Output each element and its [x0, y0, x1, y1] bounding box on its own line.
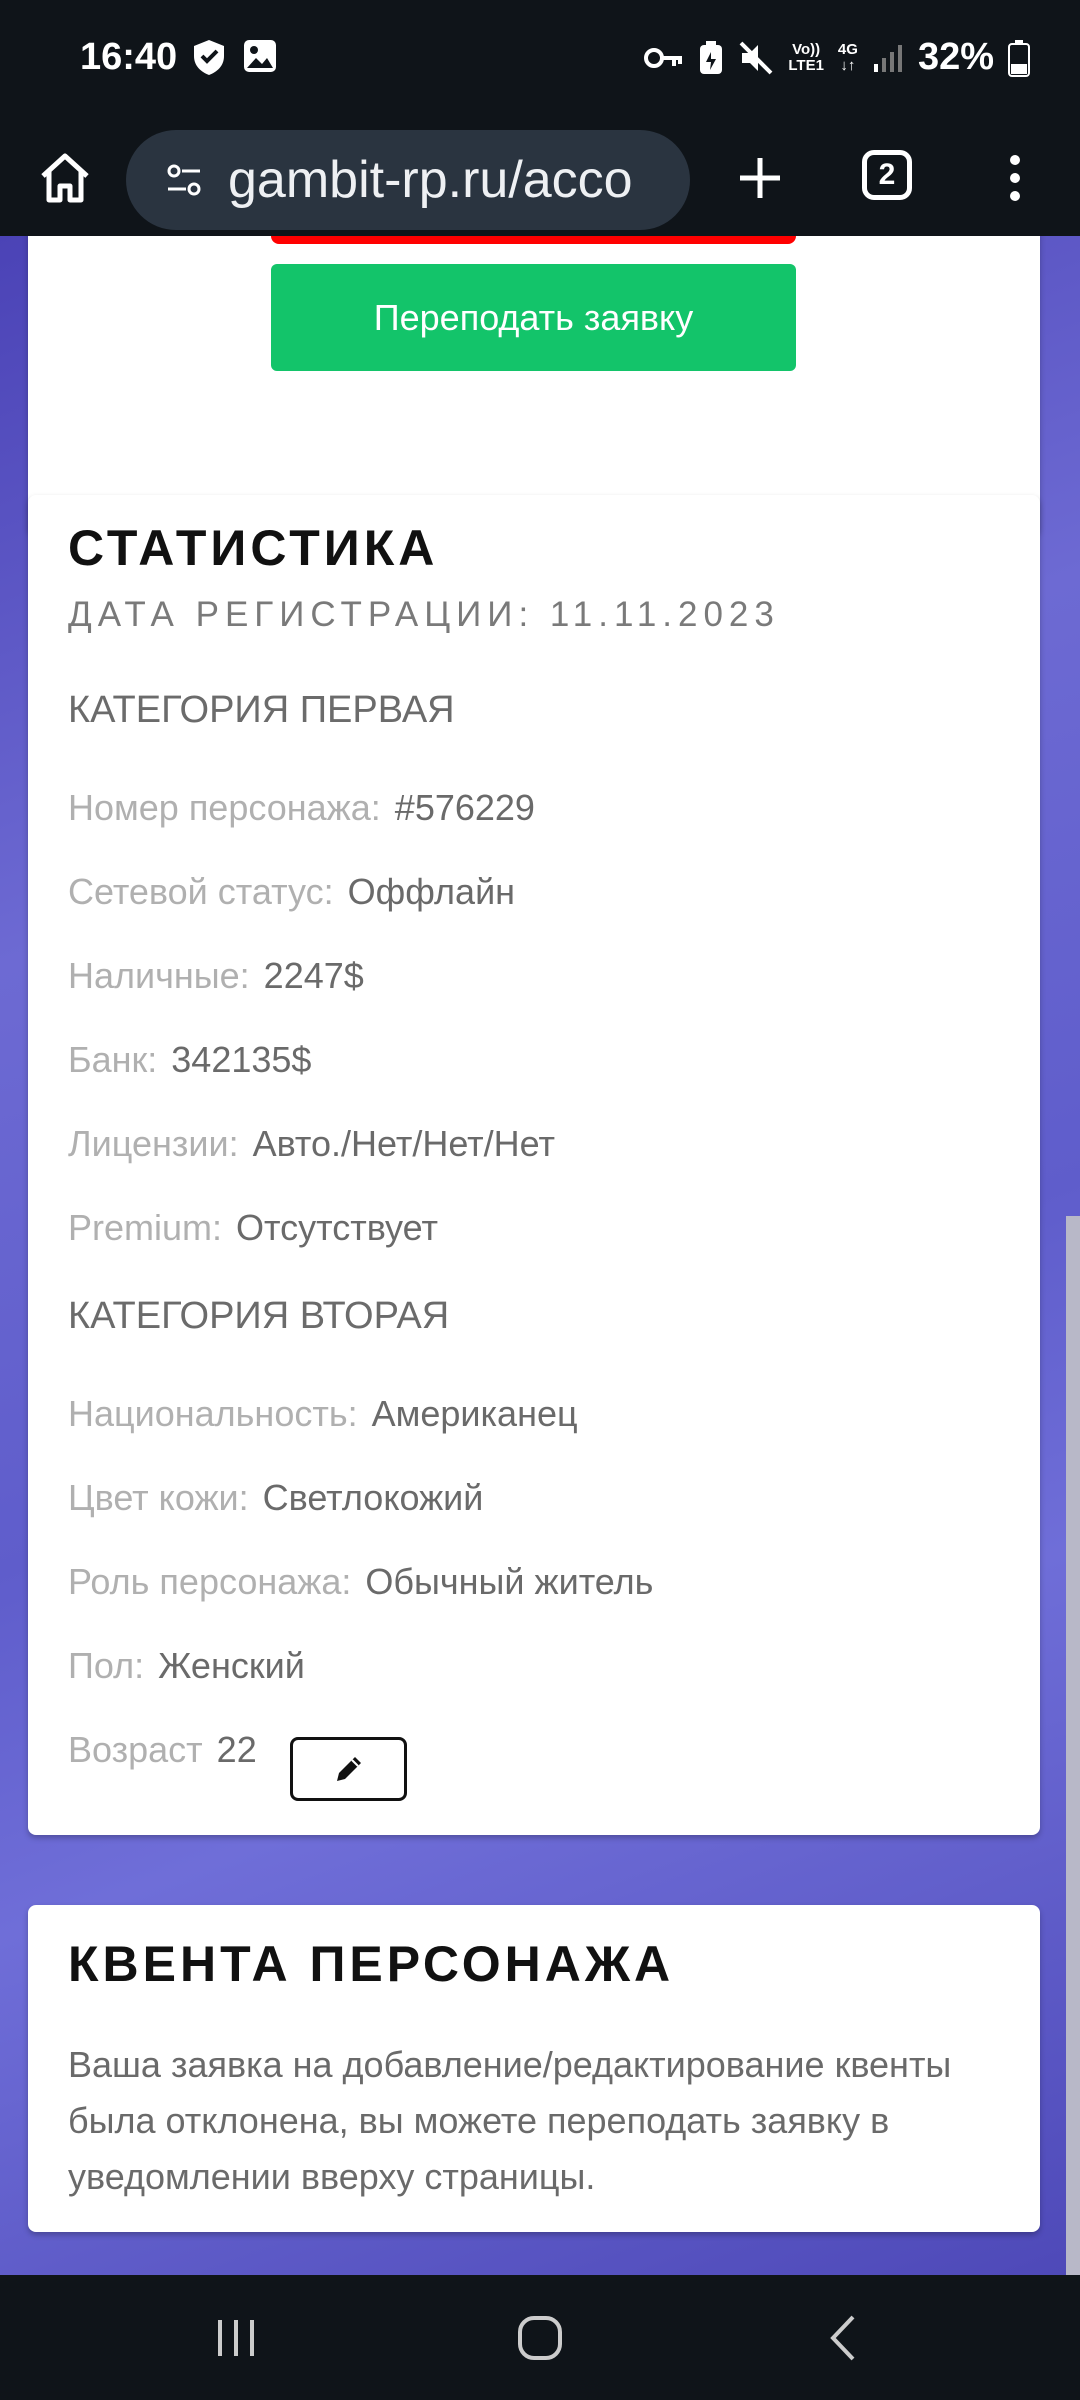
quenta-message: Ваша заявка на добавление/редактирование…: [68, 2044, 952, 2197]
stat-row-bank: Банк: 342135$: [68, 1039, 312, 1080]
tab-switcher-button[interactable]: 2: [862, 150, 912, 200]
mute-icon: [739, 41, 773, 74]
browser-toolbar: gambit-rp.ru/acco 2: [0, 118, 1080, 236]
home-nav-button[interactable]: [480, 2295, 600, 2380]
stat-row-gender: Пол: Женский: [68, 1645, 305, 1686]
battery-icon: [1008, 39, 1030, 77]
browser-menu-button[interactable]: [990, 138, 1040, 218]
site-settings-icon[interactable]: [164, 160, 204, 200]
status-right-icons: Vo)) LTE1 4G ↓↑ 32%: [644, 36, 1030, 79]
recents-icon: [218, 2319, 254, 2356]
statistics-card: СТАТИСТИКА ДАТА РЕГИСТРАЦИИ: 11.11.2023 …: [28, 495, 1040, 1835]
shield-icon: [194, 40, 224, 75]
address-bar[interactable]: gambit-rp.ru/acco: [126, 130, 690, 230]
resubmit-button[interactable]: Переподать заявку: [271, 264, 796, 371]
pencil-icon: [336, 1757, 361, 1781]
stat-row-premium: Premium: Отсутствует: [68, 1207, 438, 1248]
key-icon: [644, 47, 683, 68]
quenta-title: КВЕНТА ПЕРСОНАЖА: [68, 1936, 675, 1992]
4g-icon: 4G ↓↑: [837, 40, 858, 74]
stat-row-age: Возраст 22: [68, 1729, 257, 1770]
status-time: 16:40: [80, 36, 178, 78]
category-second-title: КАТЕГОРИЯ ВТОРАЯ: [68, 1295, 450, 1337]
category-first-title: КАТЕГОРИЯ ПЕРВАЯ: [68, 689, 455, 731]
battery-percent: 32%: [917, 36, 994, 78]
application-card: Переподать заявку: [28, 236, 1040, 534]
statistics-title: СТАТИСТИКА: [68, 520, 439, 576]
registration-date: ДАТА РЕГИСТРАЦИИ: 11.11.2023: [68, 595, 780, 634]
back-icon: [830, 2315, 855, 2360]
signal-icon: [873, 44, 902, 72]
home-button[interactable]: [30, 138, 100, 218]
home-circle-icon: [518, 2315, 562, 2360]
quenta-card: КВЕНТА ПЕРСОНАЖА Ваша заявка на добавлен…: [28, 1905, 1040, 2232]
back-button[interactable]: [782, 2295, 902, 2380]
battery-saver-icon: [700, 40, 723, 74]
system-nav-bar: [0, 2275, 1080, 2400]
image-icon: [244, 40, 276, 72]
stat-row-network-status: Сетевой статус: Оффлайн: [68, 871, 516, 912]
stat-row-role: Роль персонажа: Обычный житель: [68, 1561, 654, 1602]
more-vert-icon: [1010, 155, 1020, 201]
stat-row-skin-color: Цвет кожи: Светлокожий: [68, 1477, 484, 1518]
url-text: gambit-rp.ru/acco: [228, 151, 633, 209]
status-left-icons: [190, 38, 278, 76]
page-content[interactable]: Переподать заявку СТАТИСТИКА ДАТА РЕГИСТ…: [0, 236, 1080, 2275]
edit-age-button[interactable]: [290, 1737, 407, 1801]
scrollbar[interactable]: [1066, 1216, 1080, 2275]
plus-icon: [740, 158, 780, 198]
new-tab-button[interactable]: [728, 138, 792, 218]
red-button-edge[interactable]: [271, 236, 796, 244]
stat-row-character-number: Номер персонажа: #576229: [68, 787, 535, 828]
home-icon: [41, 153, 89, 203]
recent-apps-button[interactable]: [176, 2295, 296, 2380]
volte-icon: Vo)) LTE1: [788, 40, 824, 74]
status-bar: 16:40 Vo)) LTE1 4G ↓↑ 32%: [0, 0, 1080, 118]
stat-row-cash: Наличные: 2247$: [68, 955, 364, 996]
stat-row-licenses: Лицензии: Авто./Нет/Нет/Нет: [68, 1123, 555, 1164]
stat-row-nationality: Национальность: Американец: [68, 1393, 578, 1434]
